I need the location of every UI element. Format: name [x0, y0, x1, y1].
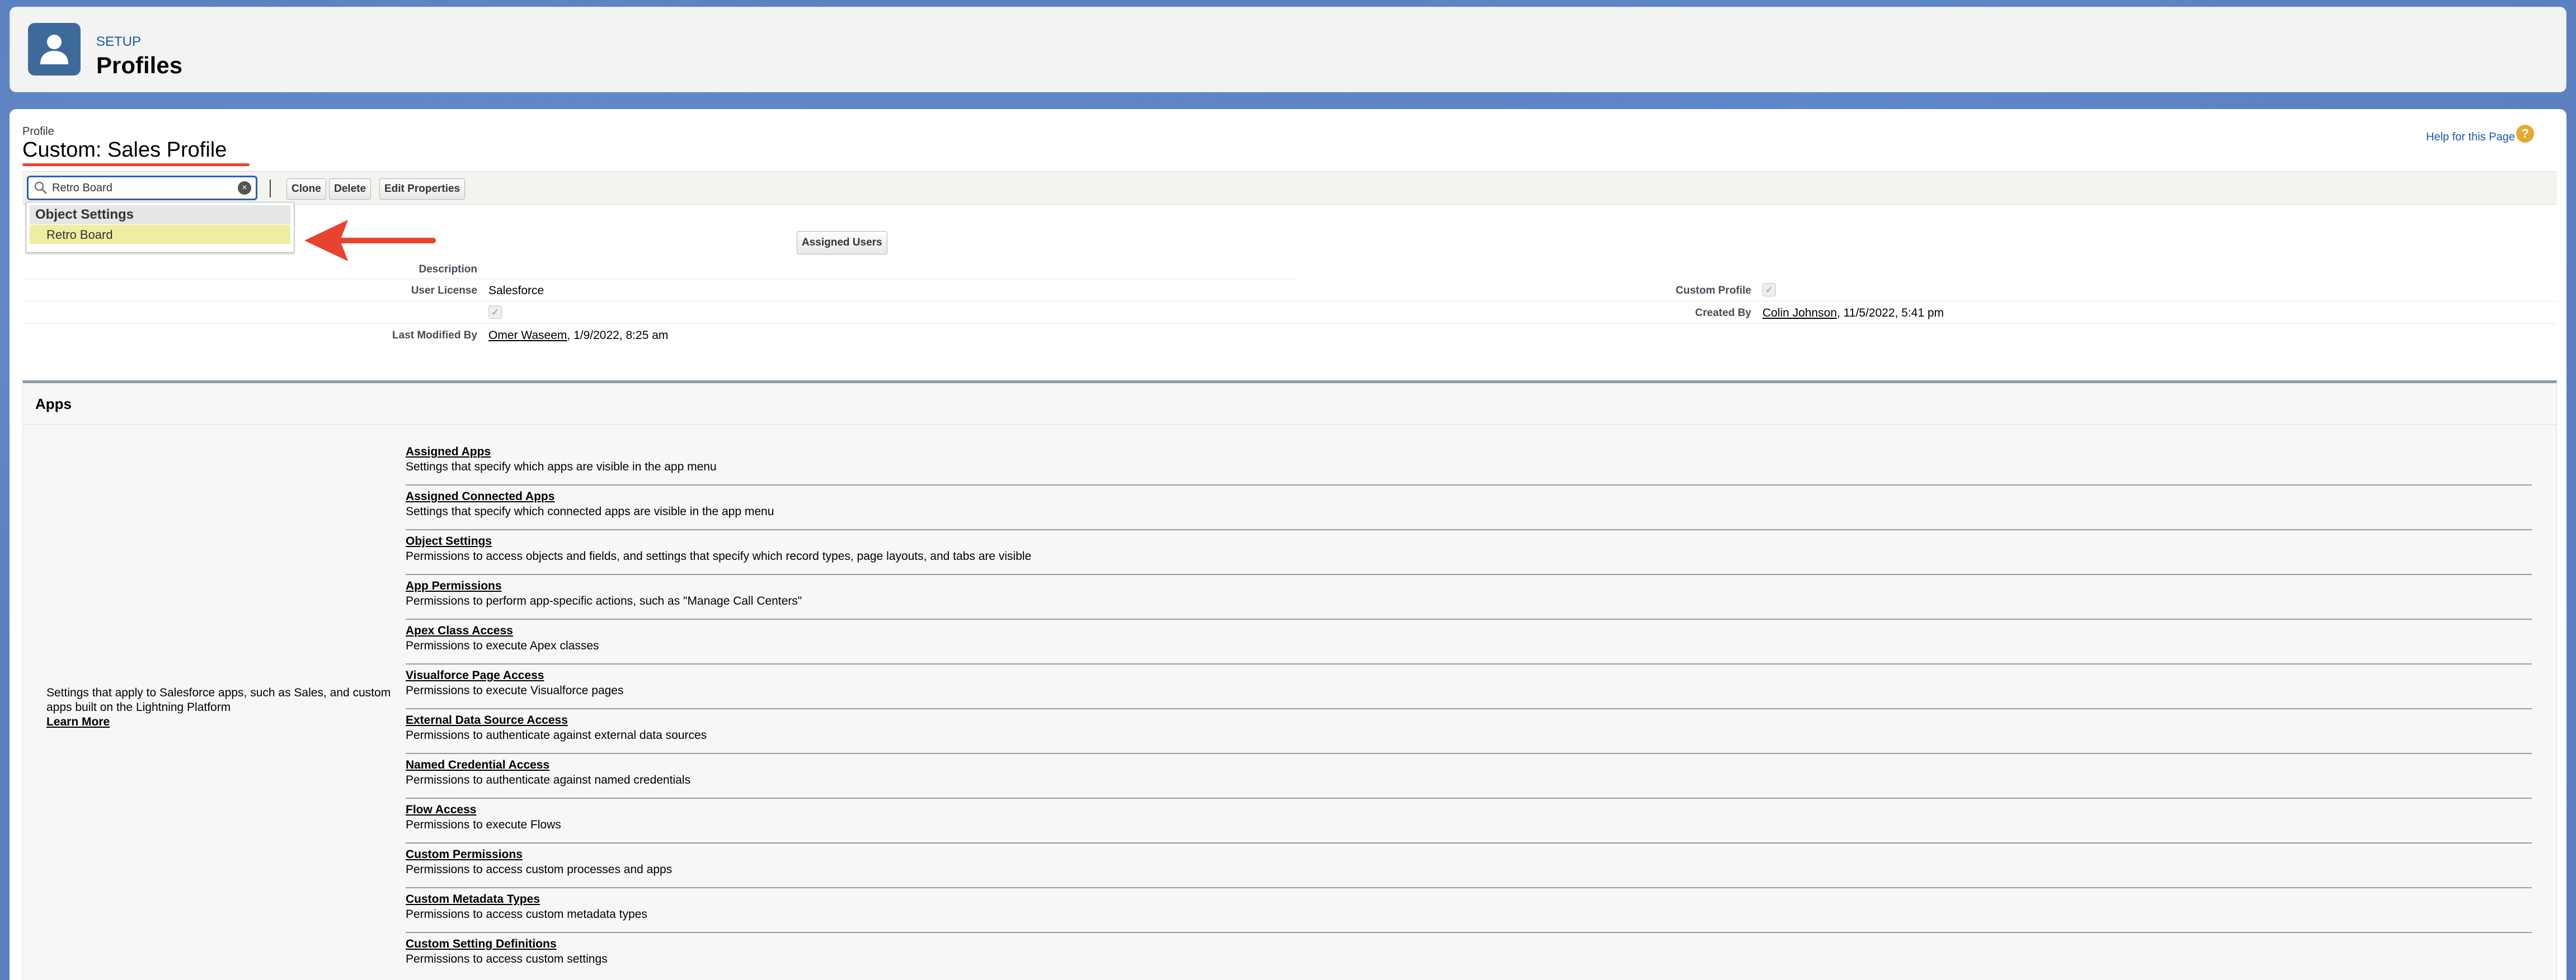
visualforce-page-access-link[interactable]: Visualforce Page Access: [406, 669, 2532, 682]
list-item: App Permissions Permissions to perform ap…: [406, 575, 2532, 620]
last-modified-date: , 1/9/2022, 8:25 am: [567, 329, 669, 342]
list-item-description: Permissions to execute Visualforce pages: [406, 684, 624, 697]
assigned-users-button[interactable]: Assigned Users: [797, 231, 887, 255]
custom-profile-label: Custom Profile: [1675, 285, 1751, 296]
last-modified-value: Omer Waseem, 1/9/2022, 8:25 am: [488, 329, 668, 342]
list-item: Assigned Apps Settings that specify which…: [406, 441, 2532, 486]
edit-properties-button[interactable]: Edit Properties: [379, 178, 466, 200]
custom-setting-definitions-link[interactable]: Custom Setting Definitions: [406, 937, 2532, 951]
search-results-dropdown: Object Settings Retro Board: [26, 202, 294, 253]
apps-section: Apps Settings that apply to Salesforce a…: [22, 380, 2557, 980]
list-item-description: Permissions to access custom settings: [406, 953, 608, 965]
list-item: External Data Source Access Permissions t…: [406, 709, 2532, 754]
flow-access-link[interactable]: Flow Access: [406, 803, 2532, 817]
list-item-description: Settings that specify which apps are vis…: [406, 460, 717, 473]
setup-header: SETUP Profiles: [10, 7, 2566, 92]
list-item-description: Permissions to access custom processes a…: [406, 863, 673, 876]
help-icon[interactable]: ?: [2516, 125, 2534, 143]
setup-eyebrow[interactable]: SETUP: [96, 34, 141, 50]
custom-profile-checkbox: ✓: [1762, 283, 1776, 296]
created-by-label: Created By: [1695, 307, 1751, 319]
assigned-connected-apps-link[interactable]: Assigned Connected Apps: [406, 490, 2532, 503]
apps-settings-list: Assigned Apps Settings that specify which…: [406, 441, 2532, 978]
apps-description-text: Settings that apply to Salesforce apps, …: [46, 686, 391, 714]
list-item: Apex Class Access Permissions to execute …: [406, 620, 2532, 665]
list-item: Object Settings Permissions to access obj…: [406, 530, 2532, 575]
list-item: Custom Setting Definitions Permissions to…: [406, 933, 2532, 978]
apps-section-title: Apps: [23, 383, 2556, 425]
search-input[interactable]: [52, 179, 231, 197]
custom-permissions-link[interactable]: Custom Permissions: [406, 848, 2532, 861]
list-item: Named Credential Access Permissions to au…: [406, 754, 2532, 799]
created-by-date: , 11/5/2022, 5:41 pm: [1837, 307, 1944, 319]
list-item-description: Permissions to execute Flows: [406, 818, 561, 831]
annotation-underline: [22, 163, 250, 166]
list-item: Flow Access Permissions to execute Flows: [406, 799, 2532, 844]
search-icon: [34, 181, 47, 194]
list-item-description: Permissions to access custom metadata ty…: [406, 908, 647, 921]
description-label: Description: [419, 263, 477, 275]
user-license-row: User License Salesforce Custom Profile ✓: [22, 279, 2557, 301]
user-license-label: User License: [411, 285, 477, 296]
annotation-arrow-icon: [304, 220, 436, 261]
dropdown-group-header: Object Settings: [30, 205, 290, 224]
help-link[interactable]: Help for this Page: [2426, 131, 2515, 144]
unlabeled-checkbox: ✓: [488, 305, 502, 319]
list-item-description: Permissions to authenticate against exte…: [406, 729, 707, 742]
app-permissions-link[interactable]: App Permissions: [406, 579, 2532, 593]
created-by-value: Colin Johnson, 11/5/2022, 5:41 pm: [1762, 307, 1944, 320]
toolbar-divider: [270, 180, 271, 197]
apex-class-access-link[interactable]: Apex Class Access: [406, 624, 2532, 638]
profile-eyebrow: Profile: [22, 125, 54, 138]
list-item-description: Permissions to authenticate against name…: [406, 774, 690, 786]
list-item-description: Settings that specify which connected ap…: [406, 505, 774, 518]
user-license-value: Salesforce: [488, 284, 544, 297]
list-item-description: Permissions to access objects and fields…: [406, 550, 1032, 563]
created-by-row: ✓ Created By Colin Johnson, 11/5/2022, 5…: [22, 301, 2557, 324]
profile-title: Custom: Sales Profile: [22, 138, 227, 162]
object-settings-link[interactable]: Object Settings: [406, 535, 2532, 548]
learn-more-link[interactable]: Learn More: [46, 715, 393, 729]
clear-search-icon[interactable]: ×: [238, 181, 251, 195]
named-credential-access-link[interactable]: Named Credential Access: [406, 758, 2532, 772]
list-item-description: Permissions to perform app-specific acti…: [406, 595, 802, 607]
list-item: Assigned Connected Apps Settings that spe…: [406, 486, 2532, 530]
clone-button[interactable]: Clone: [286, 178, 326, 200]
description-row: Description: [22, 259, 1298, 279]
dropdown-result-item[interactable]: Retro Board: [30, 225, 290, 244]
list-item: Custom Metadata Types Permissions to acce…: [406, 888, 2532, 933]
assigned-apps-link[interactable]: Assigned Apps: [406, 445, 2532, 459]
list-item-description: Permissions to execute Apex classes: [406, 639, 599, 652]
custom-metadata-types-link[interactable]: Custom Metadata Types: [406, 893, 2532, 906]
list-item: Custom Permissions Permissions to access …: [406, 844, 2532, 888]
apps-description: Settings that apply to Salesforce apps, …: [46, 686, 393, 729]
profile-detail-panel: Profile Custom: Sales Profile Help for t…: [10, 109, 2566, 980]
external-data-source-access-link[interactable]: External Data Source Access: [406, 714, 2532, 727]
page-title: Profiles: [96, 52, 183, 78]
last-modified-label: Last Modified By: [392, 329, 477, 341]
toolbar: × Clone Delete Edit Properties: [22, 171, 2557, 205]
created-by-user-link[interactable]: Colin Johnson: [1762, 307, 1837, 319]
last-modified-row: Last Modified By Omer Waseem, 1/9/2022, …: [22, 324, 2557, 346]
delete-button[interactable]: Delete: [329, 178, 372, 200]
last-modified-user-link[interactable]: Omer Waseem: [488, 329, 567, 342]
list-item: Visualforce Page Access Permissions to ex…: [406, 665, 2532, 709]
search-box[interactable]: ×: [27, 176, 257, 200]
user-icon: [28, 23, 81, 76]
